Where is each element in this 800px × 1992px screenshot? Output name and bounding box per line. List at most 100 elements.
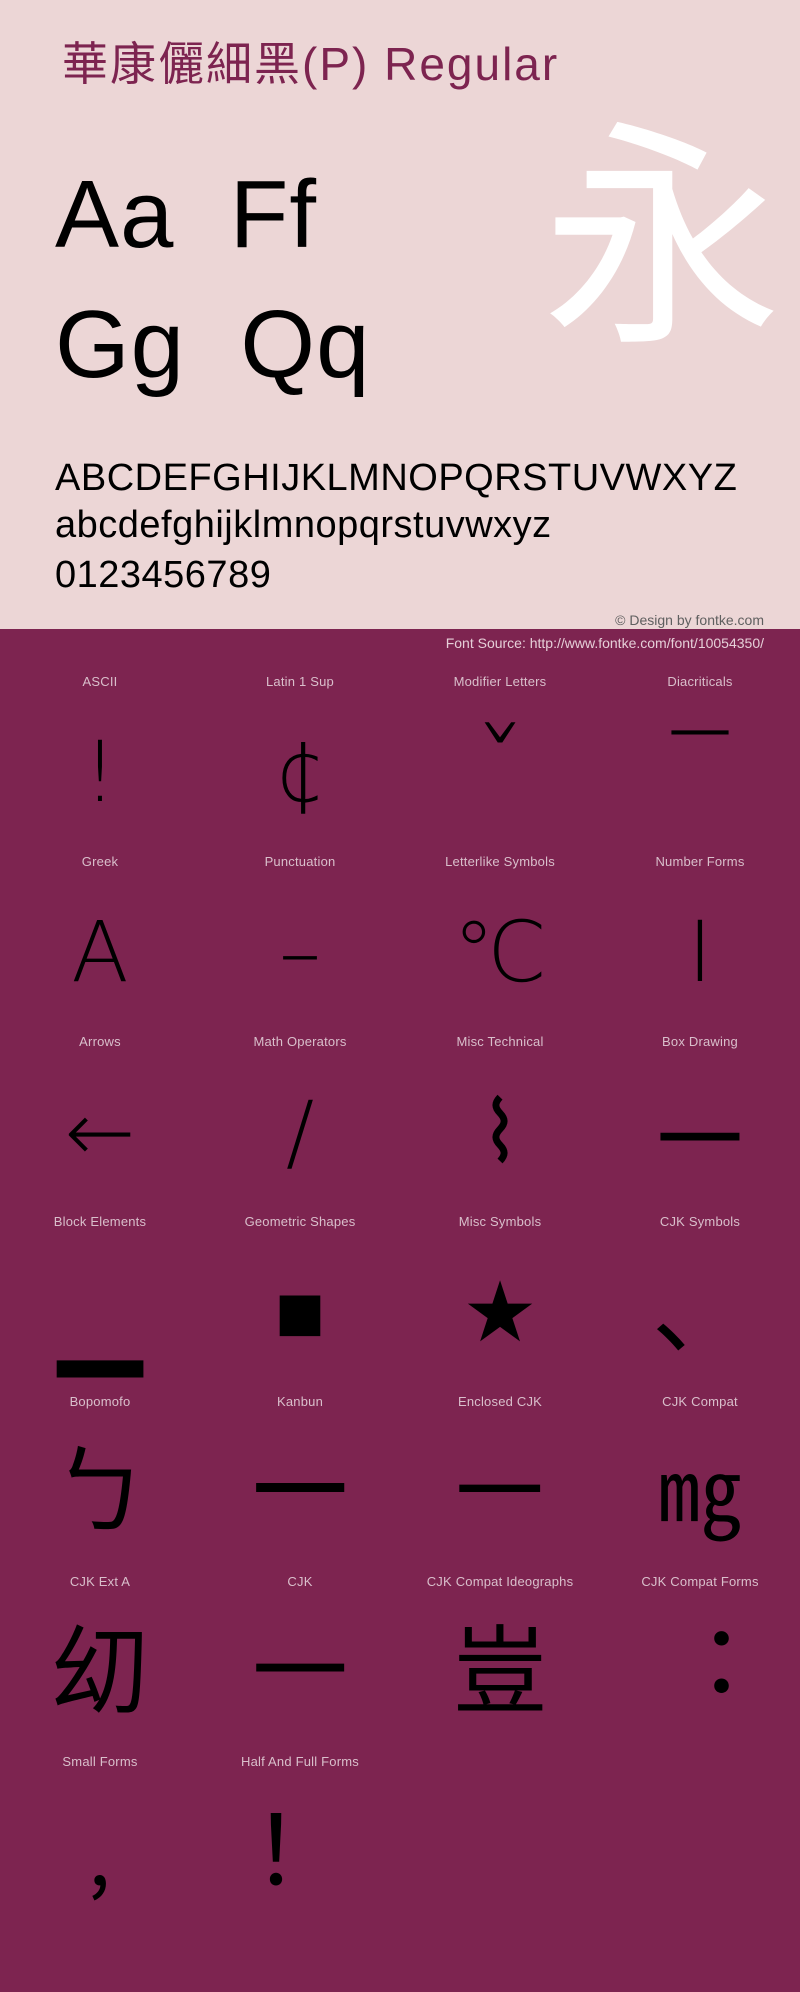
- unicode-block-glyph: ★: [462, 1263, 538, 1361]
- unicode-block-glyph: ︓: [652, 1616, 748, 1728]
- unicode-block-glyph: !: [83, 723, 117, 821]
- unicode-block-glyph: ㆒: [252, 1436, 348, 1548]
- unicode-block-cell[interactable]: CJK 一: [200, 1571, 400, 1751]
- unicode-block-glyph: ﹐: [52, 1796, 148, 1908]
- unicode-block-glyph: ㇐: [452, 1436, 548, 1548]
- unicode-block-cell[interactable]: Arrows ←: [0, 1031, 200, 1211]
- unicode-block-glyph: ㎎: [657, 1443, 742, 1541]
- unicode-block-label: Number Forms: [655, 854, 745, 869]
- unicode-block-label: CJK Symbols: [659, 1214, 741, 1229]
- unicode-block-glyph: ⌇: [479, 1083, 521, 1181]
- unicode-block-label: CJK Compat Ideographs: [426, 1574, 574, 1589]
- unicode-block-glyph: 一: [252, 1616, 348, 1728]
- unicode-block-glyph: ■: [274, 1263, 326, 1361]
- unicode-block-glyph: ¢: [273, 723, 327, 821]
- unicode-block-label: CJK Compat Forms: [641, 1574, 759, 1589]
- unicode-block-glyph: ˇ: [472, 708, 528, 836]
- unicode-block-cell[interactable]: CJK Compat ㎎: [600, 1391, 800, 1571]
- digits-row: 0123456789: [55, 554, 272, 596]
- unicode-block-cell[interactable]: CJK Compat Ideographs 豈: [400, 1571, 600, 1751]
- unicode-block-glyph: 、: [652, 1256, 748, 1368]
- unicode-block-label: Punctuation: [264, 854, 336, 869]
- unicode-block-cell[interactable]: Half And Full Forms ！: [200, 1751, 400, 1931]
- unicode-block-label: Kanbun: [276, 1394, 324, 1409]
- unicode-block-glyph: ‾: [672, 708, 728, 836]
- unicode-block-label: Math Operators: [253, 1034, 347, 1049]
- unicode-block-cell[interactable]: Kanbun ㆒: [200, 1391, 400, 1571]
- unicode-block-label: Geometric Shapes: [244, 1214, 356, 1229]
- unicode-block-row: ASCII! Latin 1 Sup ¢ Modifier Letters ˇ Diacr…: [0, 671, 800, 851]
- unicode-block-glyph: Α: [71, 903, 129, 1001]
- font-source-text: Font Source: http://www.fontke.com/font/…: [445, 635, 764, 651]
- unicode-block-glyph: Ⅰ: [687, 903, 713, 1001]
- unicode-block-row: Small Forms ﹐ Half And Full Forms ！: [0, 1751, 800, 1931]
- font-specimen-header: 華康儷細黑(P) Regular 永 Aa Ff Gg Qq ABCDEFGHI…: [0, 0, 800, 629]
- unicode-block-glyph: ─: [661, 1068, 739, 1196]
- unicode-block-cell[interactable]: Letterlike Symbols ℃: [400, 851, 600, 1031]
- unicode-block-label: Misc Technical: [456, 1034, 544, 1049]
- page-title: 華康儷細黑(P) Regular: [62, 38, 560, 90]
- sample-pair-row: Aa Ff: [55, 161, 318, 268]
- unicode-block-row: CJK Ext A 㓜 CJK 一 CJK Compat Ideographs 豈 CJK …: [0, 1571, 800, 1751]
- unicode-block-label: CJK: [287, 1574, 313, 1589]
- unicode-block-label: Greek: [81, 854, 119, 869]
- unicode-block-cell[interactable]: ASCII!: [0, 671, 200, 851]
- unicode-block-label: Half And Full Forms: [241, 1754, 359, 1769]
- unicode-block-glyph: –: [279, 903, 321, 1001]
- unicode-block-cell[interactable]: CJK Symbols 、: [600, 1211, 800, 1391]
- unicode-block-label: Block Elements: [53, 1214, 147, 1229]
- unicode-block-cell[interactable]: Latin 1 Sup ¢: [200, 671, 400, 851]
- unicode-block-cell[interactable]: Enclosed CJK ㇐: [400, 1391, 600, 1571]
- unicode-block-cell[interactable]: Number Forms Ⅰ: [600, 851, 800, 1031]
- unicode-block-row: Greek Α Punctuation – Letterlike Symbols ℃ Num…: [0, 851, 800, 1031]
- sample-letter-pairs: Aa Ff Gg Qq: [55, 150, 370, 410]
- hero-cjk-glyph: 永: [541, 100, 782, 380]
- unicode-block-cell[interactable]: Box Drawing ─: [600, 1031, 800, 1211]
- unicode-block-cell[interactable]: CJK Ext A 㓜: [0, 1571, 200, 1751]
- unicode-block-glyph: ∕: [285, 1083, 315, 1181]
- unicode-block-cell[interactable]: Diacriticals ‾: [600, 671, 800, 851]
- unicode-block-label: ASCII: [82, 674, 118, 689]
- design-credit: © Design by fontke.com: [615, 612, 764, 628]
- unicode-block-glyph: ▁: [57, 1248, 143, 1376]
- unicode-block-cell[interactable]: Misc Technical ⌇: [400, 1031, 600, 1211]
- unicode-block-glyph: ←: [64, 1083, 136, 1181]
- unicode-block-label: Misc Symbols: [458, 1214, 542, 1229]
- unicode-block-cell[interactable]: Math Operators ∕: [200, 1031, 400, 1211]
- unicode-block-glyph: ！: [252, 1796, 348, 1908]
- unicode-block-cell[interactable]: Punctuation –: [200, 851, 400, 1031]
- unicode-block-glyph: ㄅ: [52, 1436, 148, 1548]
- unicode-block-glyph: ℃: [452, 903, 548, 1001]
- unicode-block-cell[interactable]: Modifier Letters ˇ: [400, 671, 600, 851]
- unicode-block-cell[interactable]: Greek Α: [0, 851, 200, 1031]
- unicode-block-label: CJK Compat: [662, 1394, 738, 1409]
- unicode-block-cell[interactable]: Geometric Shapes ■: [200, 1211, 400, 1391]
- unicode-block-row: Block Elements ▁ Geometric Shapes ■ Misc Sym…: [0, 1211, 800, 1391]
- unicode-block-glyph: 㓜: [52, 1616, 148, 1728]
- unicode-block-label: Bopomofo: [69, 1394, 131, 1409]
- unicode-block-row: Arrows ← Math Operators ∕ Misc Technical ⌇ Box…: [0, 1031, 800, 1211]
- unicode-block-cell[interactable]: Bopomofo ㄅ: [0, 1391, 200, 1571]
- unicode-block-glyph: 豈: [452, 1616, 548, 1728]
- sample-pair-row: Gg Qq: [55, 291, 371, 398]
- unicode-block-cell-empty: [400, 1751, 600, 1931]
- unicode-block-cell-empty: [600, 1751, 800, 1931]
- unicode-block-grid: ASCII! Latin 1 Sup ¢ Modifier Letters ˇ Diacr…: [0, 663, 800, 1931]
- unicode-block-cell[interactable]: Block Elements ▁: [0, 1211, 200, 1391]
- unicode-block-cell[interactable]: CJK Compat Forms ︓: [600, 1571, 800, 1751]
- lowercase-alphabet: abcdefghijklmnopqrstuvwxyz: [55, 504, 552, 546]
- uppercase-alphabet: ABCDEFGHIJKLMNOPQRSTUVWXYZ: [55, 457, 738, 499]
- unicode-block-label: CJK Ext A: [69, 1574, 131, 1589]
- unicode-block-label: Latin 1 Sup: [266, 674, 334, 689]
- unicode-block-label: Letterlike Symbols: [445, 854, 555, 869]
- unicode-block-cell[interactable]: Misc Symbols ★: [400, 1211, 600, 1391]
- unicode-block-row: Bopomofo ㄅ Kanbun ㆒ Enclosed CJK ㇐ CJK Compat ㎎: [0, 1391, 800, 1571]
- unicode-block-cell[interactable]: Small Forms ﹐: [0, 1751, 200, 1931]
- unicode-block-label: Box Drawing: [662, 1034, 738, 1049]
- unicode-block-label: Enclosed CJK: [457, 1394, 543, 1409]
- unicode-block-label: Small Forms: [62, 1754, 138, 1769]
- unicode-block-label: Diacriticals: [667, 674, 733, 689]
- font-source-bar: Font Source: http://www.fontke.com/font/…: [0, 629, 800, 663]
- unicode-block-label: Arrows: [79, 1034, 121, 1049]
- unicode-block-label: Modifier Letters: [453, 674, 547, 689]
